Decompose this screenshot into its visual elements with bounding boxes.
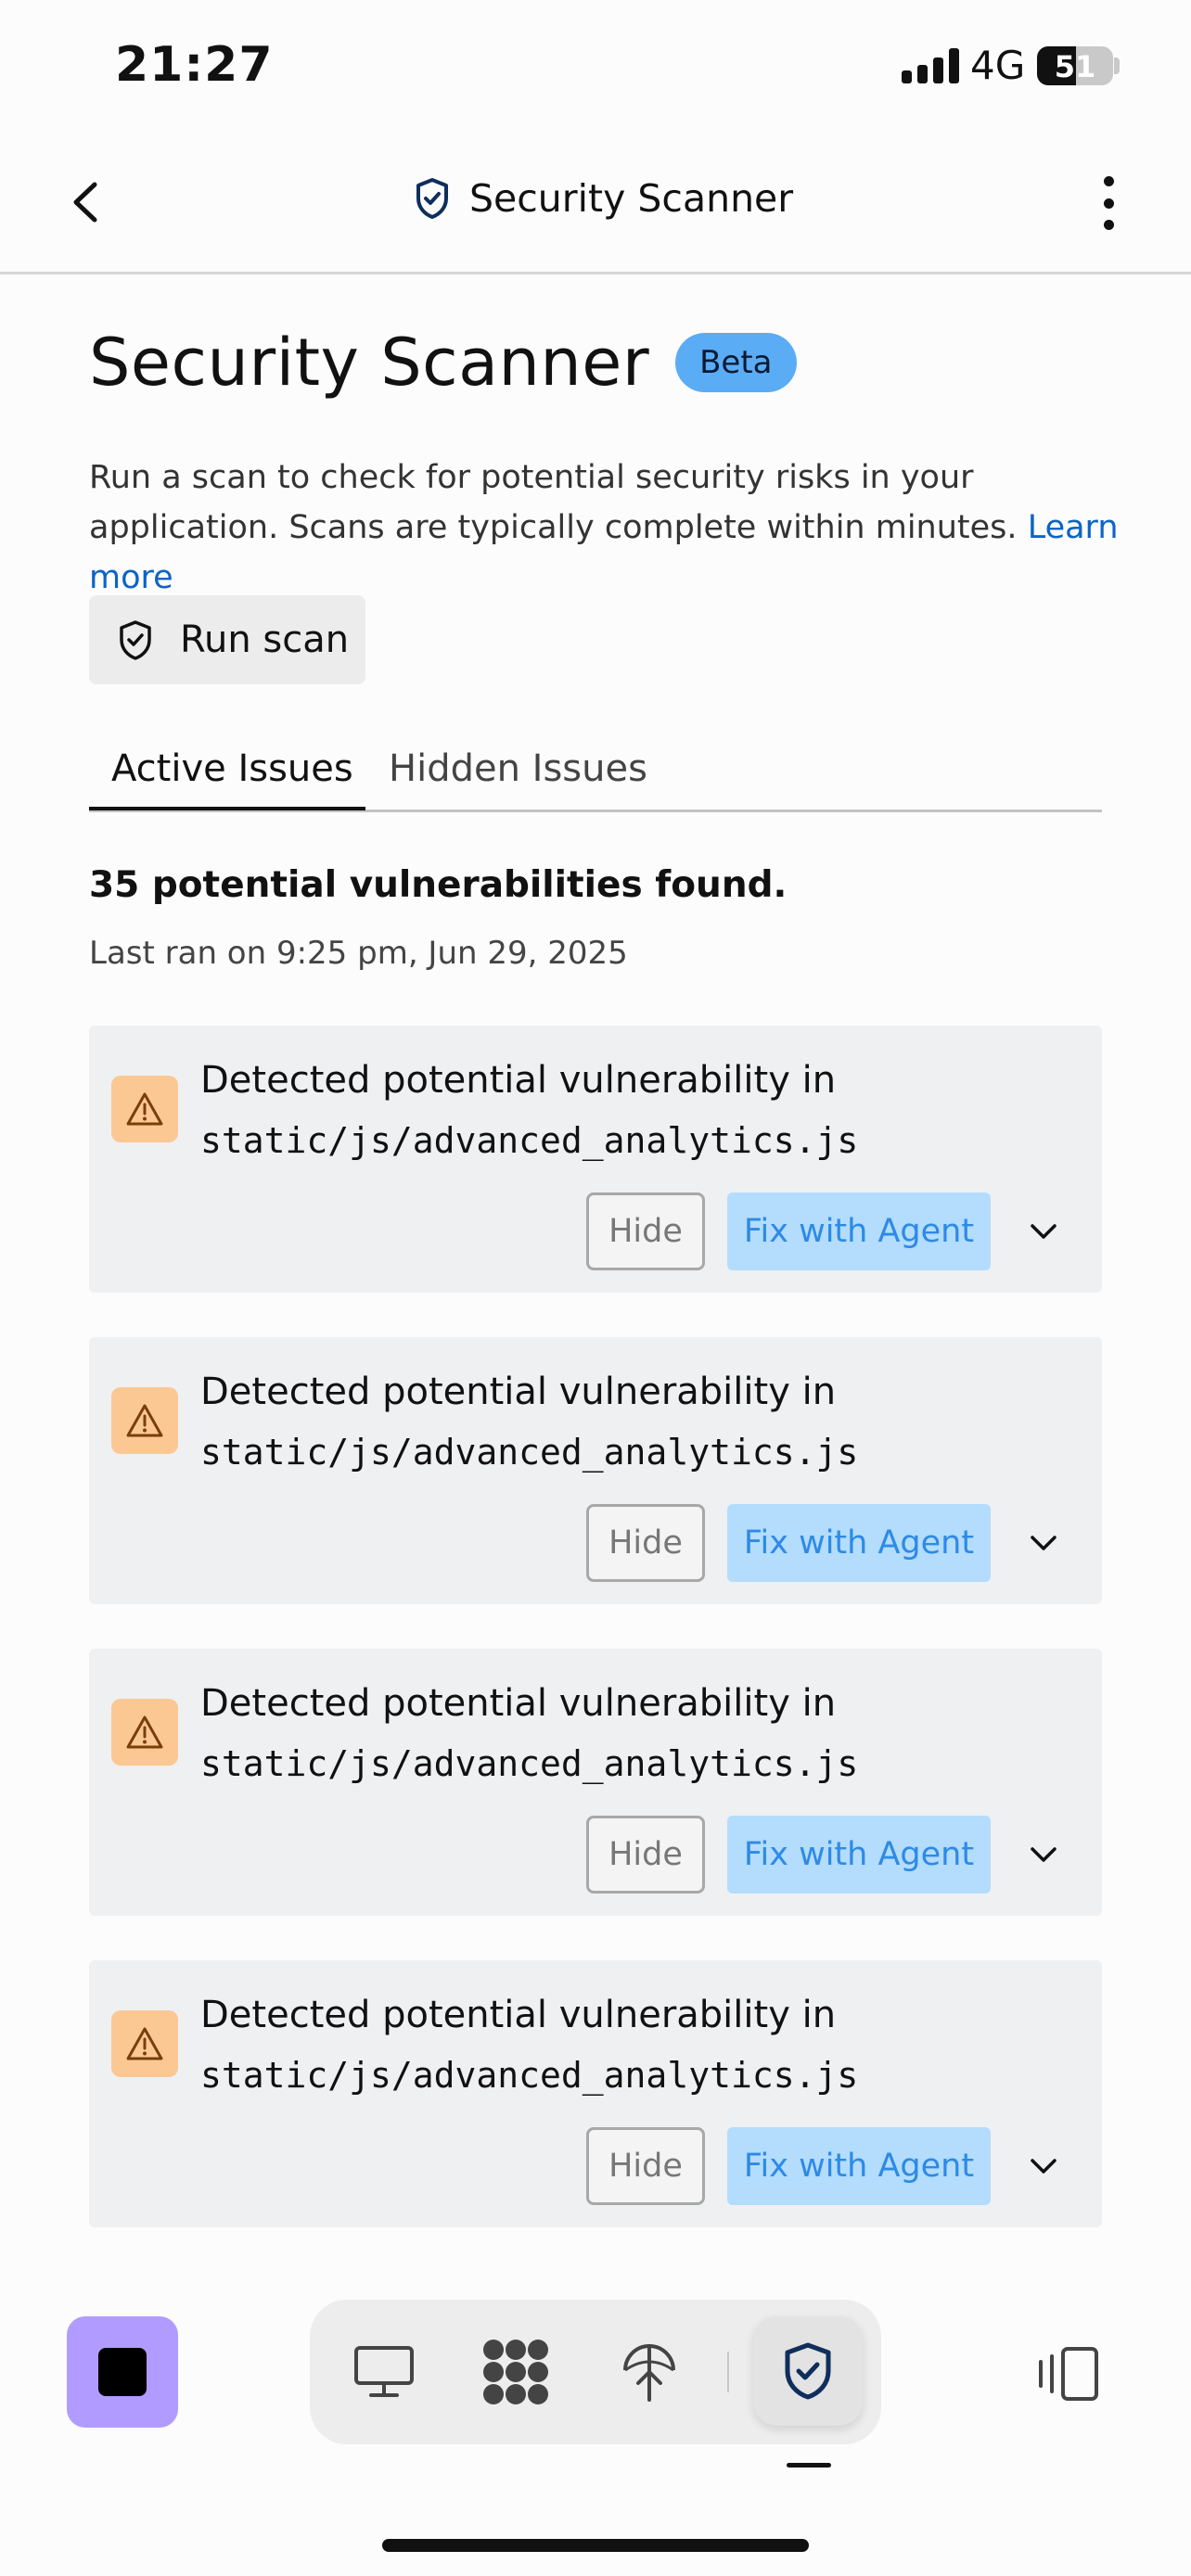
warning-icon	[111, 2010, 178, 2077]
expand-button[interactable]	[1020, 1523, 1067, 1563]
warning-icon	[111, 1076, 178, 1142]
stop-button[interactable]	[67, 2316, 178, 2428]
issue-file-path: static/js/advanced_analytics.js	[200, 2055, 859, 2096]
expand-button[interactable]	[1020, 1834, 1067, 1875]
active-tab-indicator	[89, 807, 365, 810]
nav-title: Security Scanner	[469, 176, 794, 221]
issue-card[interactable]: Detected potential vulnerability in stat…	[89, 1960, 1102, 2227]
hide-button[interactable]: Hide	[586, 1816, 705, 1894]
shield-check-icon	[416, 178, 448, 219]
fix-with-agent-button[interactable]: Fix with Agent	[727, 1816, 991, 1894]
warning-icon	[111, 1387, 178, 1454]
fix-with-agent-button[interactable]: Fix with Agent	[727, 1504, 991, 1582]
battery-level: 51	[1054, 49, 1096, 84]
issue-card[interactable]: Detected potential vulnerability in stat…	[89, 1649, 1102, 1916]
home-indicator	[382, 2539, 809, 2552]
network-type: 4G	[970, 43, 1026, 88]
stop-icon	[98, 2348, 147, 2396]
hide-button[interactable]: Hide	[586, 1192, 705, 1270]
run-scan-button[interactable]: Run scan	[89, 595, 365, 684]
cellular-signal-icon	[902, 48, 959, 83]
chevron-down-icon	[1031, 1224, 1057, 1239]
issue-tabs: Active Issues Hidden Issues	[89, 733, 1102, 812]
issue-card[interactable]: Detected potential vulnerability in stat…	[89, 1337, 1102, 1604]
dock-item-security[interactable]	[753, 2316, 863, 2426]
issue-title: Detected potential vulnerability in	[200, 1682, 837, 1725]
chevron-down-icon	[1031, 1536, 1057, 1550]
beta-badge: Beta	[675, 333, 797, 392]
run-scan-label: Run scan	[180, 618, 350, 661]
shield-check-icon	[785, 2342, 831, 2400]
nav-header: Security Scanner	[0, 130, 1191, 274]
shield-check-icon	[120, 620, 151, 660]
page-title-group: Security Scanner Beta	[89, 325, 797, 401]
issue-file-path: static/js/advanced_analytics.js	[200, 1120, 859, 1161]
issue-title: Detected potential vulnerability in	[200, 1994, 837, 2036]
hide-button[interactable]: Hide	[586, 2127, 705, 2205]
status-time: 21:27	[115, 37, 274, 93]
more-options-button[interactable]	[1085, 172, 1132, 234]
issue-title: Detected potential vulnerability in	[200, 1059, 837, 1102]
dock-item-preview[interactable]	[339, 2327, 429, 2417]
page-title: Security Scanner	[89, 325, 650, 401]
status-bar: 21:27 4G 51	[0, 0, 1191, 130]
issue-card[interactable]: Detected potential vulnerability in stat…	[89, 1026, 1102, 1293]
chevron-down-icon	[1031, 1847, 1057, 1862]
tool-dock	[310, 2300, 881, 2444]
last-ran-timestamp: Last ran on 9:25 pm, Jun 29, 2025	[89, 935, 628, 972]
issue-file-path: static/js/advanced_analytics.js	[200, 1743, 859, 1784]
tab-active-issues[interactable]: Active Issues	[111, 747, 353, 790]
battery-nub	[1114, 57, 1120, 74]
fix-with-agent-button[interactable]: Fix with Agent	[727, 2127, 991, 2205]
active-tab-underline	[787, 2463, 831, 2468]
expand-button[interactable]	[1020, 1211, 1067, 1252]
issue-title: Detected potential vulnerability in	[200, 1371, 837, 1413]
chevron-left-icon	[73, 182, 97, 223]
split-view-icon	[1039, 2347, 1098, 2401]
nav-title-group: Security Scanner	[414, 176, 793, 221]
warning-icon	[111, 1699, 178, 1766]
description-text: Run a scan to check for potential securi…	[89, 459, 1018, 546]
hide-button[interactable]: Hide	[586, 1504, 705, 1582]
back-button[interactable]	[58, 174, 113, 230]
tab-hidden-issues[interactable]: Hidden Issues	[389, 747, 647, 790]
fix-with-agent-button[interactable]: Fix with Agent	[727, 1192, 991, 1270]
expand-button[interactable]	[1020, 2146, 1067, 2187]
split-view-button[interactable]	[1031, 2337, 1106, 2411]
chevron-down-icon	[1031, 2159, 1057, 2174]
issue-file-path: static/js/advanced_analytics.js	[200, 1432, 859, 1473]
battery-icon: 51	[1037, 46, 1113, 85]
more-vertical-icon	[1103, 176, 1114, 186]
monitor-icon	[354, 2346, 414, 2397]
vulnerability-count: 35 potential vulnerabilities found.	[89, 864, 788, 906]
dock-item-apps[interactable]	[471, 2327, 560, 2417]
page-description: Run a scan to check for potential securi…	[89, 453, 1119, 603]
deploy-icon	[623, 2344, 675, 2402]
dock-item-deploy[interactable]	[605, 2327, 694, 2417]
dock-divider	[727, 2352, 729, 2392]
grid-icon	[483, 2340, 548, 2404]
